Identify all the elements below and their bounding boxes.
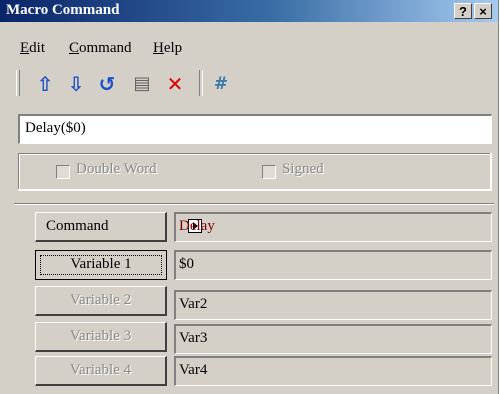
signed-label: Signed — [282, 161, 324, 177]
menu-help[interactable]: Help — [153, 40, 182, 57]
command-value: Delay — [174, 212, 492, 242]
edit-document-icon[interactable]: ▤ — [130, 72, 154, 96]
move-down-arrow-icon[interactable]: ⇩ — [64, 72, 88, 96]
help-title-button[interactable]: ? — [454, 3, 472, 19]
toolbar-grip[interactable] — [16, 70, 20, 96]
variable-3-button[interactable]: Variable 3 — [35, 322, 167, 352]
toolbar: ⇧ ⇩ ↺ ▤ ✕ # — [0, 66, 498, 102]
menu-help-label: elp — [163, 40, 183, 56]
variable-4-button[interactable]: Variable 4 — [35, 356, 167, 386]
signed-checkbox[interactable] — [262, 165, 276, 179]
menu-command-accel: C — [69, 40, 80, 56]
menu-edit-label: dit — [29, 40, 46, 56]
variable-4-value[interactable]: Var4 — [174, 356, 492, 386]
menu-edit[interactable]: Edit — [20, 40, 45, 57]
title-bar[interactable]: Macro Command ? × — [0, 0, 498, 22]
variable-1-value[interactable]: $0 — [174, 250, 492, 280]
toolbar-separator — [199, 70, 203, 96]
double-word-checkbox[interactable] — [56, 165, 70, 179]
dialog-body: Macro Command ? × Edit Command Help ⇧ ⇩ … — [0, 0, 499, 394]
options-group: Double Word Signed — [18, 153, 492, 191]
menu-help-accel: H — [153, 40, 164, 56]
command-button[interactable]: Command — [35, 212, 202, 242]
menu-command[interactable]: Command — [69, 40, 132, 57]
variable-2-value[interactable]: Var2 — [174, 290, 492, 320]
menu-edit-accel: E — [20, 40, 30, 56]
variable-1-button[interactable]: Variable 1 — [35, 250, 167, 280]
menu-command-label: ommand — [79, 40, 132, 56]
window-title: Macro Command — [6, 2, 120, 18]
hash-icon[interactable]: # — [209, 72, 233, 96]
variable-3-value[interactable]: Var3 — [174, 324, 492, 354]
variable-2-button[interactable]: Variable 2 — [35, 286, 167, 316]
command-button-label: Command — [46, 218, 109, 234]
double-word-label: Double Word — [76, 161, 157, 177]
menu-bar: Edit Command Help — [0, 24, 498, 56]
focus-rect — [40, 255, 162, 275]
move-up-arrow-icon[interactable]: ⇧ — [33, 72, 57, 96]
undo-icon[interactable]: ↺ — [95, 72, 119, 96]
close-title-button[interactable]: × — [474, 3, 492, 19]
macro-command-window: Macro Command ? × Edit Command Help ⇧ ⇩ … — [0, 0, 500, 394]
expression-field[interactable]: Delay($0) — [18, 114, 492, 144]
divider — [14, 203, 494, 205]
delete-icon[interactable]: ✕ — [163, 72, 187, 96]
